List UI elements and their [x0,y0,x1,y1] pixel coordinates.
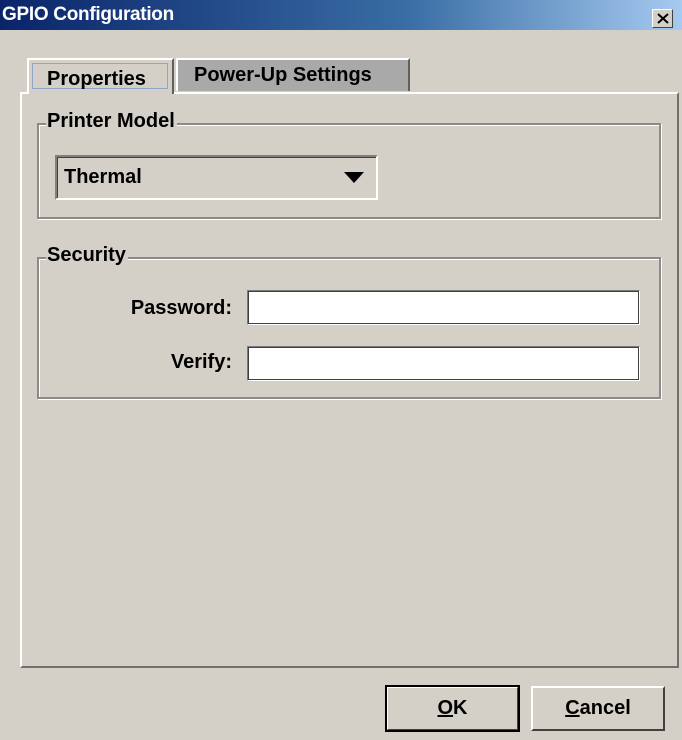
tab-power-up-settings[interactable]: Power-Up Settings [176,58,410,91]
printer-model-group-label: Printer Model [46,110,177,132]
verify-label: Verify: [170,351,232,373]
cancel-button[interactable]: Cancel [531,686,665,731]
tab-properties[interactable]: Properties [27,58,174,94]
verify-field[interactable] [247,346,640,381]
tab-power-up-settings-label: Power-Up Settings [194,64,372,86]
cancel-mnemonic: C [565,697,580,719]
tab-properties-label: Properties [47,68,146,90]
ok-button[interactable]: OK [385,685,520,732]
gpio-config-dialog: GPIO Configuration Power-Up Settings Pro… [0,0,682,740]
dropdown-arrow-icon [344,172,364,183]
close-icon [657,13,669,24]
ok-mnemonic: O [437,697,454,719]
security-group-label: Security [46,244,128,266]
printer-model-value: Thermal [64,166,142,188]
close-button[interactable] [652,9,673,28]
tab-focus-ring: Properties [32,63,168,90]
cancel-label-rest: ancel [579,697,631,719]
password-label: Password: [130,297,232,319]
ok-label-rest: K [453,697,468,719]
title-bar[interactable]: GPIO Configuration [0,0,682,30]
window-title: GPIO Configuration [2,4,174,25]
printer-model-dropdown[interactable]: Thermal [55,155,378,200]
password-field[interactable] [247,290,640,325]
